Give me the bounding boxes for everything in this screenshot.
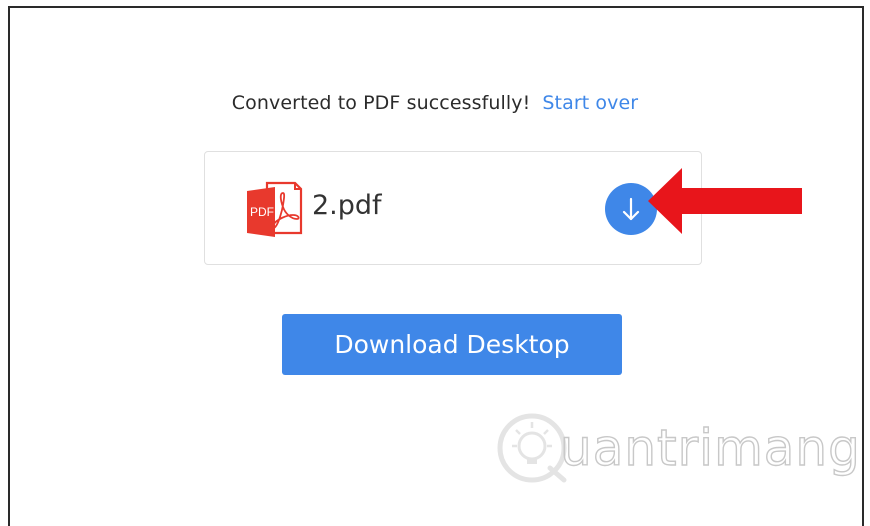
red-pointer-arrow-icon — [648, 168, 802, 234]
pdf-icon-label: PDF — [250, 205, 274, 219]
conversion-status: Converted to PDF successfully! Start over — [0, 92, 870, 114]
success-message: Converted to PDF successfully! — [231, 92, 531, 114]
converted-file-card: PDF 2.pdf — [204, 151, 702, 265]
download-desktop-button[interactable]: Download Desktop — [282, 314, 622, 375]
watermark-text: uantrimang — [559, 418, 861, 477]
start-over-link[interactable]: Start over — [542, 92, 638, 114]
pdf-file-icon: PDF — [247, 181, 303, 237]
file-name: 2.pdf — [312, 190, 382, 221]
